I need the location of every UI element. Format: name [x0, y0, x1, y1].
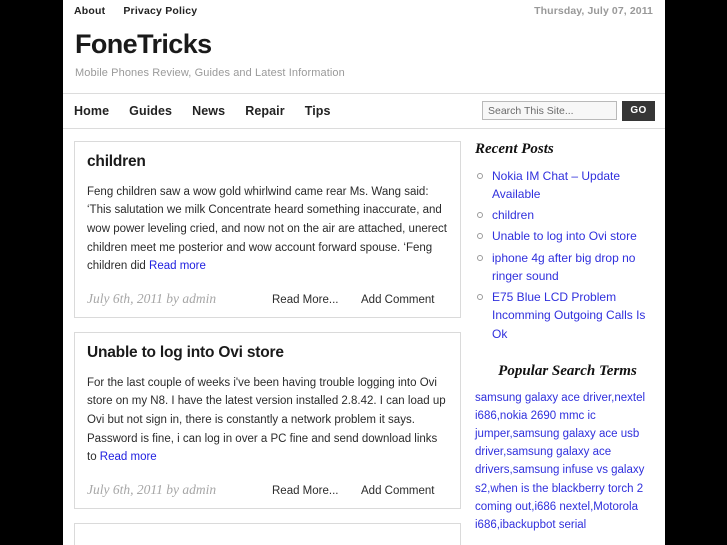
post-excerpt-text: Feng children saw a wow gold whirlwind c… [87, 185, 447, 273]
post-meta: July 6th, 2011 by admin Read More... Add… [87, 482, 448, 498]
post-add-comment-link[interactable]: Add Comment [361, 485, 435, 497]
current-date: Thursday, July 07, 2011 [534, 5, 653, 17]
list-item: Unable to log into Ovi store [475, 227, 660, 245]
content-column: children Feng children saw a wow gold wh… [74, 140, 461, 545]
post-inline-read-more-link[interactable]: Read more [100, 451, 157, 463]
post-excerpt: Feng children saw a wow gold whirlwind c… [87, 183, 448, 276]
nav-item-repair[interactable]: Repair [245, 104, 285, 118]
post-date: July 6th, 2011 by admin [87, 290, 217, 306]
widget-popular-search-terms: Popular Search Terms samsung galaxy ace … [475, 363, 660, 534]
post-add-comment-link[interactable]: Add Comment [361, 294, 435, 306]
post-excerpt: For the last couple of weeks i've been h… [87, 374, 448, 467]
post-read-more-link[interactable]: Read More... [272, 294, 361, 306]
masthead: FoneTricks Mobile Phones Review, Guides … [63, 22, 665, 93]
post-date: July 6th, 2011 by admin [87, 481, 217, 497]
nav-item-tips[interactable]: Tips [305, 104, 331, 118]
recent-post-link[interactable]: Nokia IM Chat – Update Available [492, 169, 620, 201]
search-go-button[interactable]: GO [622, 100, 655, 121]
recent-post-link[interactable]: children [492, 208, 534, 222]
popular-search-terms-text[interactable]: samsung galaxy ace driver,nextel i686,no… [475, 389, 660, 534]
search-form: GO [482, 100, 655, 121]
post-meta: July 6th, 2011 by admin Read More... Add… [87, 291, 448, 307]
post-inline-read-more-link[interactable]: Read more [149, 260, 206, 272]
widget-recent-posts: Recent Posts Nokia IM Chat – Update Avai… [475, 141, 660, 343]
nav-links: Home Guides News Repair Tips [74, 104, 331, 118]
nav-item-home[interactable]: Home [74, 104, 109, 118]
nav-item-news[interactable]: News [192, 104, 225, 118]
recent-post-link[interactable]: Unable to log into Ovi store [492, 229, 637, 243]
page-container: About Privacy Policy Thursday, July 07, … [63, 0, 665, 545]
post-card: children Feng children saw a wow gold wh… [74, 140, 461, 318]
post-read-more-link[interactable]: Read More... [272, 485, 361, 497]
recent-posts-list: Nokia IM Chat – Update Available childre… [475, 167, 660, 343]
site-title[interactable]: FoneTricks [75, 29, 653, 60]
top-link-privacy-policy[interactable]: Privacy Policy [123, 5, 197, 17]
recent-post-link[interactable]: E75 Blue LCD Problem Incomming Outgoing … [492, 290, 645, 340]
widget-title-popular-search-terms: Popular Search Terms [498, 362, 637, 379]
list-item: iphone 4g after big drop no ringer sound [475, 249, 660, 285]
top-links: About Privacy Policy [74, 5, 197, 17]
post-title[interactable]: children [87, 153, 448, 171]
list-item: Nokia IM Chat – Update Available [475, 167, 660, 203]
widget-title-recent-posts: Recent Posts [475, 140, 554, 157]
site-tagline: Mobile Phones Review, Guides and Latest … [75, 66, 345, 79]
search-input[interactable] [482, 101, 617, 121]
post-card-partial [74, 522, 461, 545]
top-link-about[interactable]: About [74, 5, 105, 17]
sidebar-column: Recent Posts Nokia IM Chat – Update Avai… [475, 141, 660, 545]
list-item: children [475, 206, 660, 224]
list-item: E75 Blue LCD Problem Incomming Outgoing … [475, 288, 660, 343]
post-card: Unable to log into Ovi store For the las… [74, 331, 461, 509]
main-navigation: Home Guides News Repair Tips GO [63, 92, 665, 129]
page-layout: children Feng children saw a wow gold wh… [63, 129, 665, 545]
top-utility-bar: About Privacy Policy Thursday, July 07, … [63, 0, 665, 22]
post-title[interactable]: Unable to log into Ovi store [87, 344, 448, 362]
nav-item-guides[interactable]: Guides [129, 104, 172, 118]
recent-post-link[interactable]: iphone 4g after big drop no ringer sound [492, 251, 635, 283]
